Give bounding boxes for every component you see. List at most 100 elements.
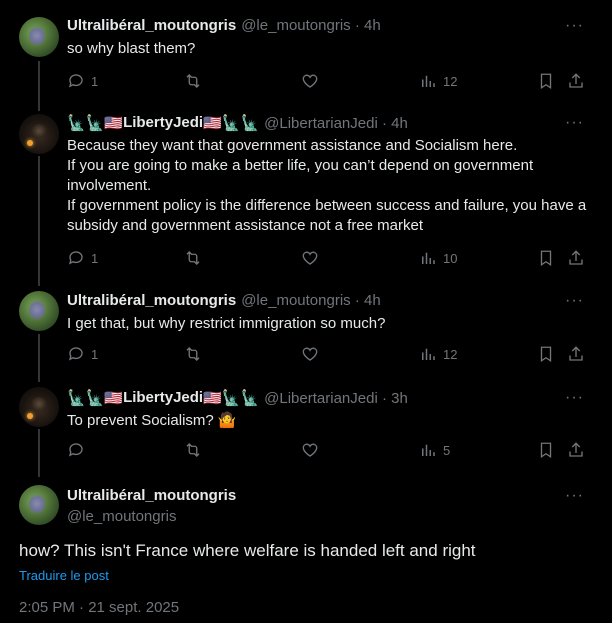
views-button[interactable]: 12: [419, 72, 457, 90]
author-name-text: LibertyJedi: [123, 389, 204, 406]
bookmark-button[interactable]: [537, 249, 555, 267]
tweet-text: so why blast them?: [67, 40, 196, 57]
us-flag-emoji: 🇺🇸: [104, 390, 124, 408]
tweet-text: To prevent Socialism? 🤷: [67, 412, 237, 429]
analytics-icon: [422, 444, 435, 456]
reply-button[interactable]: 1: [67, 345, 98, 363]
statue-of-liberty-emoji: 🗽: [221, 115, 241, 133]
author-name[interactable]: Ultralibéral_moutongris: [67, 17, 236, 34]
statue-of-liberty-emoji: 🗽: [85, 115, 105, 133]
reply-button[interactable]: 1: [67, 249, 98, 267]
more-options-button[interactable]: ···: [565, 114, 584, 132]
reply-count: 1: [91, 346, 99, 362]
us-flag-emoji: 🇺🇸: [203, 115, 222, 133]
reply-icon: [68, 347, 83, 361]
more-options-button[interactable]: ···: [565, 389, 584, 407]
repost-button[interactable]: [184, 345, 202, 363]
like-button[interactable]: [301, 345, 319, 363]
more-options-button[interactable]: ···: [565, 292, 584, 310]
heart-icon: [302, 443, 318, 457]
author-name-text: LibertyJedi: [123, 114, 204, 131]
focus-tweet-text: how? This isn't France where welfare is …: [19, 541, 476, 560]
share-button[interactable]: [567, 72, 585, 90]
repost-button[interactable]: [184, 72, 202, 90]
tweet-actions: 1 12: [67, 72, 587, 94]
repost-icon: [186, 251, 200, 265]
tweet-text: I get that, but why restrict immigration…: [67, 315, 386, 332]
heart-icon: [302, 74, 318, 88]
heart-icon: [302, 251, 318, 265]
analytics-icon: [422, 252, 435, 264]
statue-of-liberty-emoji: 🗽: [67, 390, 86, 408]
repost-button[interactable]: [184, 249, 202, 267]
more-options-button[interactable]: ···: [565, 17, 584, 35]
statue-of-liberty-emoji: 🗽: [67, 115, 86, 133]
views-button[interactable]: 5: [419, 441, 450, 459]
author-handle[interactable]: @LibertarianJedi · 4h: [264, 115, 408, 132]
author-handle[interactable]: @le_moutongris · 4h: [241, 17, 380, 34]
bookmark-icon: [540, 346, 552, 363]
author-handle[interactable]: @le_moutongris: [67, 508, 236, 525]
share-button[interactable]: [567, 345, 585, 363]
more-options-button[interactable]: ···: [565, 487, 584, 505]
us-flag-emoji: 🇺🇸: [203, 390, 222, 408]
author-name[interactable]: 🗽🗽🇺🇸LibertyJedi🇺🇸🗽🗽: [67, 114, 259, 132]
views-button[interactable]: 10: [419, 249, 457, 267]
share-icon: [569, 442, 583, 457]
share-icon: [569, 346, 583, 361]
statue-of-liberty-emoji: 🗽: [240, 390, 260, 408]
author-name[interactable]: Ultralibéral_moutongris: [67, 292, 236, 309]
translate-post-link[interactable]: Traduire le post: [19, 568, 109, 583]
statue-of-liberty-emoji: 🗽: [85, 390, 105, 408]
view-count: 10: [443, 250, 458, 266]
reply-icon: [68, 74, 83, 88]
reply-button[interactable]: 1: [67, 72, 98, 90]
share-button[interactable]: [567, 441, 585, 459]
tweet[interactable]: Ultralibéral_moutongris @le_moutongris ·…: [0, 280, 612, 377]
reply-button[interactable]: [67, 441, 91, 459]
author-handle[interactable]: @le_moutongris · 4h: [241, 292, 380, 309]
reply-icon: [68, 443, 83, 457]
tweet-text: Because they want that government assist…: [67, 137, 587, 234]
author-name[interactable]: 🗽🗽🇺🇸LibertyJedi🇺🇸🗽🗽: [67, 389, 259, 407]
reply-icon: [68, 251, 83, 265]
like-button[interactable]: [301, 441, 319, 459]
tweet[interactable]: Ultralibéral_moutongris @le_moutongris ·…: [0, 0, 612, 100]
bookmark-icon: [540, 250, 552, 267]
tweet[interactable]: 🗽🗽🇺🇸LibertyJedi🇺🇸🗽🗽 @LibertarianJedi · 4…: [0, 100, 612, 280]
author-handle[interactable]: @LibertarianJedi · 3h: [264, 390, 408, 407]
statue-of-liberty-emoji: 🗽: [221, 390, 241, 408]
avatar[interactable]: [19, 114, 59, 154]
bookmark-icon: [540, 73, 552, 90]
analytics-icon: [422, 348, 435, 360]
share-button[interactable]: [567, 249, 585, 267]
tweet-actions: 5: [67, 441, 587, 463]
tweet-actions: 1 10: [67, 249, 587, 271]
bookmark-button[interactable]: [537, 441, 555, 459]
views-button[interactable]: 12: [419, 345, 457, 363]
avatar[interactable]: [19, 17, 59, 57]
bookmark-button[interactable]: [537, 72, 555, 90]
avatar[interactable]: [19, 387, 59, 427]
focus-tweet-header: Ultralibéral_moutongris @le_moutongris: [67, 487, 236, 525]
view-count: 5: [443, 442, 451, 458]
like-button[interactable]: [301, 72, 319, 90]
avatar[interactable]: [19, 485, 59, 525]
bookmark-button[interactable]: [537, 345, 555, 363]
tweet-actions: 1 12: [67, 345, 587, 367]
like-button[interactable]: [301, 249, 319, 267]
bookmark-icon: [540, 442, 552, 459]
post-timestamp[interactable]: 2:05 PM · 21 sept. 2025: [19, 599, 179, 616]
tweet[interactable]: 🗽🗽🇺🇸LibertyJedi🇺🇸🗽🗽 @LibertarianJedi · 3…: [0, 377, 612, 473]
avatar[interactable]: [19, 291, 59, 331]
repost-icon: [186, 347, 200, 361]
repost-button[interactable]: [184, 441, 202, 459]
view-count: 12: [443, 73, 458, 89]
tweet-header: 🗽🗽🇺🇸LibertyJedi🇺🇸🗽🗽 @LibertarianJedi · 4…: [67, 114, 408, 132]
reply-count: 1: [91, 73, 99, 89]
author-name[interactable]: Ultralibéral_moutongris: [67, 487, 236, 504]
share-icon: [569, 73, 583, 88]
view-count: 12: [443, 346, 458, 362]
analytics-icon: [422, 75, 435, 87]
tweet-header: Ultralibéral_moutongris @le_moutongris ·…: [67, 292, 381, 309]
